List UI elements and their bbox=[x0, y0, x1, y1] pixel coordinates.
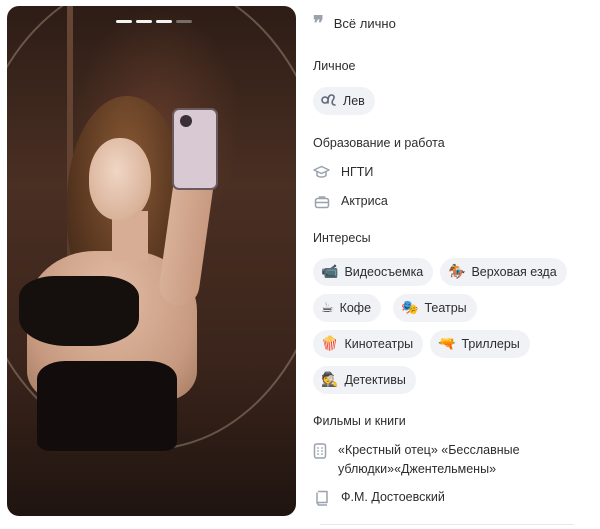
theater-masks-icon: 🎭 bbox=[401, 300, 419, 316]
work-label: Актриса bbox=[341, 194, 388, 208]
photo-top bbox=[19, 276, 139, 346]
detective-icon: 🕵 bbox=[321, 372, 339, 388]
film-icon bbox=[313, 442, 327, 459]
interest-label: Театры bbox=[424, 301, 467, 315]
photo-phone bbox=[172, 108, 218, 190]
education-label: НГТИ bbox=[341, 165, 374, 179]
photo-indicator[interactable] bbox=[116, 20, 132, 23]
photo-indicators bbox=[116, 20, 192, 23]
interest-chip[interactable]: 🕵 Детективы bbox=[313, 366, 416, 394]
films-text[interactable]: «Крестный отец» «Бесславные ублюдки»«Дже… bbox=[338, 441, 553, 479]
interests-title: Интересы bbox=[313, 231, 371, 245]
photo-pants bbox=[37, 361, 177, 451]
education-item[interactable]: НГТИ bbox=[313, 163, 373, 182]
interest-chip[interactable]: 🍿 Кинотеатры bbox=[313, 330, 424, 358]
zodiac-chip[interactable]: Лев bbox=[313, 87, 375, 115]
photo-indicator[interactable] bbox=[136, 20, 152, 23]
water-pistol-icon: 🔫 bbox=[438, 336, 456, 352]
personal-title: Личное bbox=[313, 59, 356, 73]
coffee-icon: ☕ bbox=[321, 300, 334, 316]
interest-label: Кинотеатры bbox=[344, 337, 414, 351]
interest-label: Детективы bbox=[344, 373, 406, 387]
interest-chip[interactable]: 🔫 Триллеры bbox=[430, 330, 530, 358]
horse-riding-icon: 🏇 bbox=[448, 264, 466, 280]
profile-photo[interactable] bbox=[7, 6, 296, 516]
education-title: Образование и работа bbox=[313, 136, 445, 150]
graduation-cap-icon bbox=[313, 164, 330, 181]
popcorn-icon: 🍿 bbox=[321, 336, 339, 352]
quote-icon: ❞ bbox=[313, 11, 324, 35]
interest-chip[interactable]: ☕ Кофе bbox=[313, 294, 382, 322]
photo-indicator[interactable] bbox=[176, 20, 192, 23]
interest-label: Видеосъемка bbox=[344, 265, 424, 279]
interest-label: Верховая езда bbox=[471, 265, 557, 279]
interest-label: Триллеры bbox=[461, 337, 520, 351]
about-title: Всё лично bbox=[333, 15, 396, 31]
films-item[interactable]: «Крестный отец» «Бесславные ублюдки»«Дже… bbox=[313, 441, 553, 479]
briefcase-icon bbox=[313, 193, 330, 210]
video-camera-icon: 📹 bbox=[321, 264, 339, 280]
interest-chip[interactable]: 📹 Видеосъемка bbox=[313, 258, 434, 286]
book-icon bbox=[313, 489, 330, 506]
interest-chip[interactable]: 🏇 Верховая езда bbox=[440, 258, 567, 286]
books-text[interactable]: Ф.М. Достоевский bbox=[341, 488, 445, 507]
interest-label: Кофе bbox=[339, 301, 372, 315]
interest-chip[interactable]: 🎭 Театры bbox=[393, 294, 477, 322]
photo-face bbox=[89, 138, 151, 220]
photo-indicator[interactable] bbox=[156, 20, 172, 23]
films-books-title: Фильмы и книги bbox=[313, 414, 406, 428]
leo-icon bbox=[321, 93, 337, 110]
zodiac-label: Лев bbox=[343, 94, 365, 108]
work-item[interactable]: Актриса bbox=[313, 192, 388, 211]
bottom-divider bbox=[320, 524, 574, 525]
about-row[interactable]: ❞ Всё лично bbox=[313, 13, 396, 33]
books-item[interactable]: Ф.М. Достоевский bbox=[313, 488, 445, 507]
